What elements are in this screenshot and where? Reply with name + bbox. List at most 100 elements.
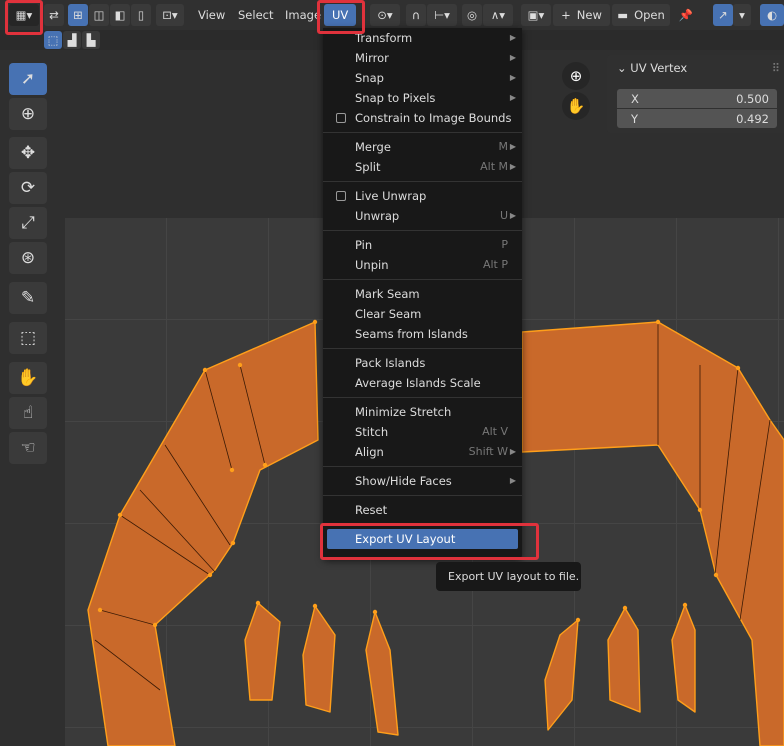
tool-cursor[interactable]: ⊕ bbox=[9, 98, 47, 130]
menu-item-unpin[interactable]: Unpin Alt P bbox=[323, 255, 522, 275]
relax-hand-icon: ☝ bbox=[22, 403, 34, 423]
3d-cursor-icon: ⊕ bbox=[20, 104, 36, 124]
submenu-arrow-icon: ▶ bbox=[509, 93, 516, 102]
shortcut-label: U bbox=[499, 209, 508, 222]
menu-item-label: Average Islands Scale bbox=[355, 376, 481, 390]
menu-item-label: Unpin bbox=[355, 258, 389, 272]
submenu-arrow-icon: ▶ bbox=[509, 73, 516, 82]
tool-pinch[interactable]: ☜ bbox=[9, 432, 47, 464]
shortcut-label: Alt M bbox=[480, 160, 508, 173]
menu-item-label: Constrain to Image Bounds bbox=[355, 111, 512, 125]
submenu-arrow-icon: ▶ bbox=[509, 142, 516, 151]
menu-item-label: Merge bbox=[355, 140, 391, 154]
uv-island-finger bbox=[607, 607, 641, 713]
cursor-arrow-icon: ➚ bbox=[20, 69, 36, 89]
menu-item-label: Clear Seam bbox=[355, 307, 422, 321]
menu-item-stitch[interactable]: Stitch Alt V bbox=[323, 422, 522, 442]
menu-item-clear-seam[interactable]: Clear Seam bbox=[323, 304, 522, 324]
menu-item-label: Live Unwrap bbox=[355, 189, 427, 203]
menu-item-mark-seam[interactable]: Mark Seam bbox=[323, 284, 522, 304]
submenu-arrow-icon: ▶ bbox=[509, 162, 516, 171]
menu-separator bbox=[323, 132, 522, 133]
menu-item-pack-islands[interactable]: Pack Islands bbox=[323, 353, 522, 373]
menu-item-live-unwrap[interactable]: Live Unwrap bbox=[323, 186, 522, 206]
tool-relax[interactable]: ☝ bbox=[9, 397, 47, 429]
menu-item-reset[interactable]: Reset bbox=[323, 500, 522, 520]
tool-grab[interactable]: ✋ bbox=[9, 362, 47, 394]
zoom-button[interactable]: ⊕ bbox=[562, 62, 590, 90]
tool-move[interactable]: ✥ bbox=[9, 137, 47, 169]
menu-separator bbox=[323, 466, 522, 467]
tool-scale[interactable]: ⤢ bbox=[9, 207, 47, 239]
menu-item-seams-from-islands[interactable]: Seams from Islands bbox=[323, 324, 522, 344]
drag-handle-icon[interactable]: ⠿ bbox=[772, 61, 780, 75]
uv-island-finger bbox=[302, 605, 336, 713]
highlight-uv-menu bbox=[317, 0, 365, 34]
x-field[interactable]: X 0.500 bbox=[617, 89, 777, 108]
submenu-arrow-icon: ▶ bbox=[509, 53, 516, 62]
submenu-arrow-icon: ▶ bbox=[509, 33, 516, 42]
menu-item-align[interactable]: Align Shift W ▶ bbox=[323, 442, 522, 462]
menu-item-label: Minimize Stretch bbox=[355, 405, 452, 419]
tool-select-box[interactable]: ➚ bbox=[9, 63, 47, 95]
tool-rotate[interactable]: ⟳ bbox=[9, 172, 47, 204]
menu-item-snap-to-pixels[interactable]: Snap to Pixels ▶ bbox=[323, 88, 522, 108]
tool-annotate[interactable]: ✎ bbox=[9, 282, 47, 314]
shortcut-label: Alt P bbox=[482, 258, 508, 271]
submenu-arrow-icon: ▶ bbox=[509, 447, 516, 456]
menu-item-label: Mirror bbox=[355, 51, 389, 65]
zoom-in-icon: ⊕ bbox=[569, 67, 583, 85]
menu-item-snap[interactable]: Snap ▶ bbox=[323, 68, 522, 88]
menu-separator bbox=[323, 279, 522, 280]
menu-item-show-hide-faces[interactable]: Show/Hide Faces ▶ bbox=[323, 471, 522, 491]
menu-item-label: Stitch bbox=[355, 425, 389, 439]
uv-island-finger bbox=[671, 604, 696, 713]
menu-item-label: Align bbox=[355, 445, 384, 459]
menu-item-minimize-stretch[interactable]: Minimize Stretch bbox=[323, 402, 522, 422]
panel-title: UV Vertex bbox=[630, 61, 688, 75]
shortcut-label: Alt V bbox=[482, 425, 508, 438]
menu-item-merge[interactable]: Merge M ▶ bbox=[323, 137, 522, 157]
y-field[interactable]: Y 0.492 bbox=[617, 109, 777, 128]
menu-item-label: Snap bbox=[355, 71, 384, 85]
y-label: Y bbox=[631, 111, 639, 126]
grab-hand-icon: ✋ bbox=[17, 368, 39, 388]
menu-item-average-islands-scale[interactable]: Average Islands Scale bbox=[323, 373, 522, 393]
menu-item-label: Seams from Islands bbox=[355, 327, 468, 341]
rotate-icon: ⟳ bbox=[20, 178, 36, 198]
checkbox-icon[interactable] bbox=[336, 191, 346, 201]
panel-header[interactable]: ⌄ UV Vertex bbox=[617, 61, 687, 75]
uv-island-arch-left bbox=[87, 321, 319, 746]
shortcut-label: P bbox=[501, 238, 508, 251]
menu-item-label: Mark Seam bbox=[355, 287, 420, 301]
x-value: 0.500 bbox=[736, 91, 769, 106]
tool-transform[interactable]: ⊛ bbox=[9, 242, 47, 274]
shortcut-label: M bbox=[498, 140, 509, 153]
menu-separator bbox=[323, 181, 522, 182]
transform-icon: ⊛ bbox=[20, 248, 36, 268]
pan-button[interactable]: ✋ bbox=[562, 92, 590, 120]
menu-item-pin[interactable]: Pin P bbox=[323, 235, 522, 255]
cube-icon: ⬚ bbox=[19, 328, 37, 348]
menu-item-label: Show/Hide Faces bbox=[355, 474, 452, 488]
menu-item-split[interactable]: Split Alt M ▶ bbox=[323, 157, 522, 177]
menu-item-label: Unwrap bbox=[355, 209, 400, 223]
uv-dropdown-menu: Transform ▶ Mirror ▶ Snap ▶ Snap to Pixels ▶ Con… bbox=[323, 28, 522, 559]
menu-item-unwrap[interactable]: Unwrap U ▶ bbox=[323, 206, 522, 226]
tool-rip-region[interactable]: ⬚ bbox=[9, 322, 47, 354]
uv-island-finger bbox=[544, 619, 579, 731]
menu-item-label: Split bbox=[355, 160, 381, 174]
uv-island-finger bbox=[365, 611, 399, 736]
scale-icon: ⤢ bbox=[21, 213, 35, 233]
highlight-export-uv-layout bbox=[320, 523, 539, 560]
menu-item-constrain-to-image-bounds[interactable]: Constrain to Image Bounds bbox=[323, 108, 522, 128]
y-value: 0.492 bbox=[736, 111, 769, 126]
tooltip: Export UV layout to file. bbox=[436, 562, 581, 591]
pencil-icon: ✎ bbox=[20, 288, 36, 308]
menu-separator bbox=[323, 348, 522, 349]
menu-item-mirror[interactable]: Mirror ▶ bbox=[323, 48, 522, 68]
shortcut-label: Shift W bbox=[468, 445, 508, 458]
checkbox-icon[interactable] bbox=[336, 113, 346, 123]
menu-separator bbox=[323, 397, 522, 398]
menu-separator bbox=[323, 230, 522, 231]
